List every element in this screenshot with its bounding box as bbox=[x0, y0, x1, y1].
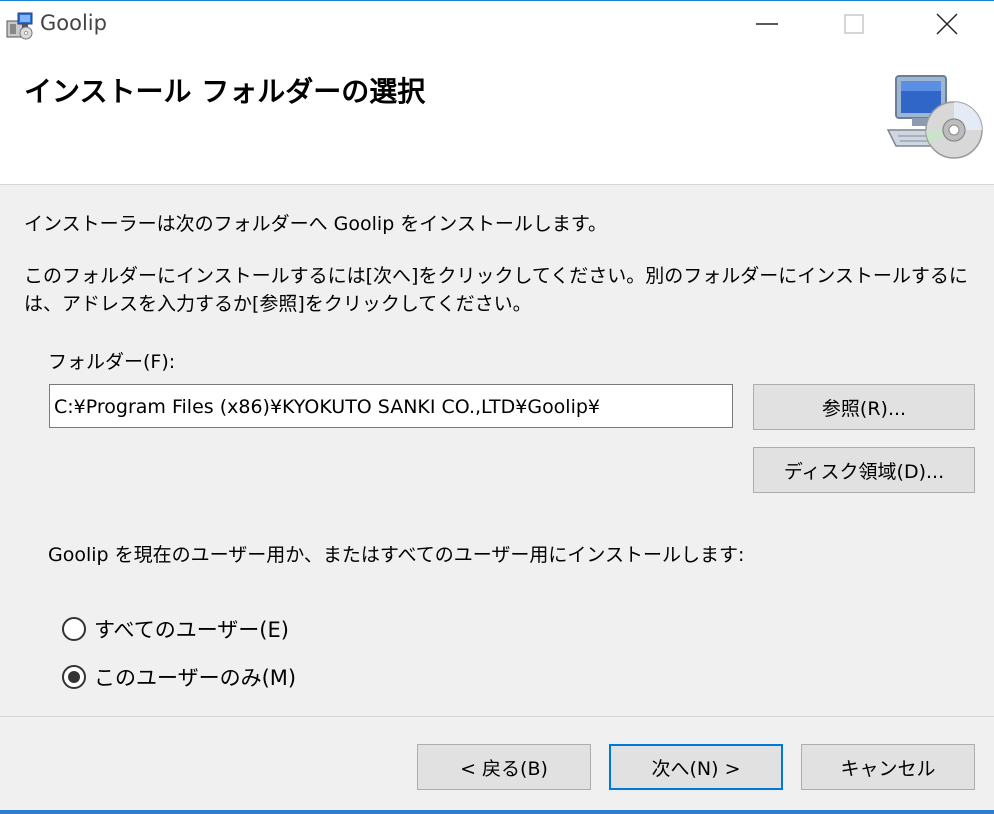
radio-all-users[interactable]: すべてのユーザー(E) bbox=[62, 612, 289, 646]
folder-label: フォルダー(F): bbox=[48, 351, 176, 373]
radio-this-user-only[interactable]: このユーザーのみ(M) bbox=[62, 660, 296, 694]
maximize-icon bbox=[844, 14, 864, 34]
installer-window: Goolip インストール フォルダーの選択 インストーラーは次のフォルダーへ … bbox=[0, 0, 994, 814]
wizard-header: インストール フォルダーの選択 bbox=[0, 46, 994, 185]
window-bottom-border bbox=[0, 810, 994, 814]
minimize-icon bbox=[756, 23, 778, 25]
minimize-button[interactable] bbox=[722, 1, 812, 47]
maximize-button[interactable] bbox=[810, 1, 900, 47]
next-button[interactable]: 次へ(N) > bbox=[609, 744, 783, 790]
footer-divider bbox=[0, 716, 994, 717]
close-button[interactable] bbox=[902, 1, 992, 47]
disk-space-button[interactable]: ディスク領域(D)... bbox=[753, 447, 975, 493]
install-scope-text: Goolip を現在のユーザー用か、またはすべてのユーザー用にインストールします… bbox=[48, 544, 745, 566]
radio-all-users-label: すべてのユーザー(E) bbox=[94, 618, 289, 642]
window-title: Goolip bbox=[40, 11, 107, 35]
back-button[interactable]: < 戻る(B) bbox=[417, 744, 591, 790]
radio-this-user-indicator[interactable] bbox=[62, 665, 86, 689]
cancel-button[interactable]: キャンセル bbox=[801, 744, 975, 790]
browse-button[interactable]: 参照(R)... bbox=[753, 384, 975, 430]
installer-package-icon bbox=[4, 9, 36, 41]
instruction-text: このフォルダーにインストールするには[次へ]をクリックしてください。別のフォルダ… bbox=[24, 265, 968, 315]
page-title: インストール フォルダーの選択 bbox=[24, 75, 426, 108]
radio-this-user-label: このユーザーのみ(M) bbox=[94, 666, 297, 690]
computer-cd-icon bbox=[886, 68, 986, 168]
close-icon bbox=[936, 13, 958, 35]
radio-all-users-indicator[interactable] bbox=[62, 617, 86, 641]
folder-path-input[interactable] bbox=[49, 384, 733, 428]
intro-text: インストーラーは次のフォルダーへ Goolip をインストールします。 bbox=[24, 213, 608, 235]
title-bar[interactable]: Goolip bbox=[0, 0, 994, 47]
